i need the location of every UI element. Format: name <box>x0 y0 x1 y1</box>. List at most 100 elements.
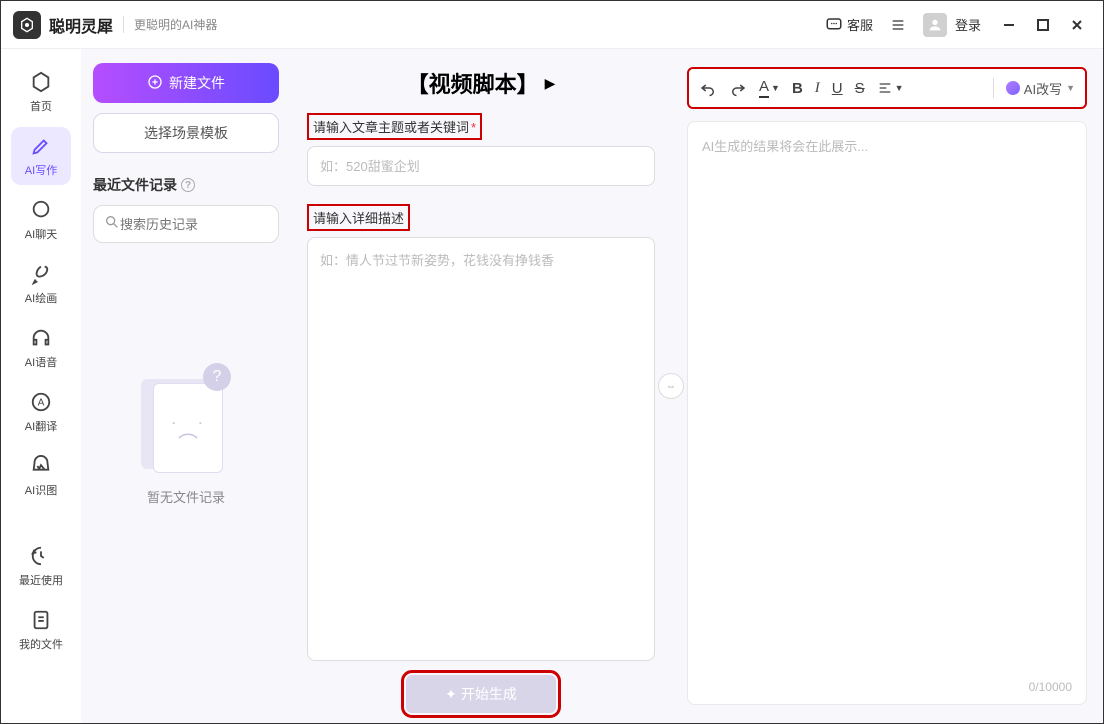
scene-template-label: 选择场景模板 <box>144 125 228 141</box>
bold-button[interactable]: B <box>792 80 803 97</box>
nav-label: 首页 <box>30 98 52 114</box>
character-counter: 0/10000 <box>1029 680 1072 694</box>
nav-label: AI聊天 <box>25 226 57 242</box>
search-icon <box>104 214 120 235</box>
help-icon[interactable]: ? <box>181 178 195 192</box>
headphones-icon <box>29 326 53 350</box>
brush-icon <box>29 262 53 286</box>
nav-ai-image[interactable]: AI识图 <box>11 447 71 505</box>
window-close-button[interactable] <box>1063 11 1091 39</box>
hamburger-icon <box>889 16 907 34</box>
redo-button[interactable] <box>729 79 747 97</box>
nav-ai-chat[interactable]: AI聊天 <box>11 191 71 249</box>
ai-rewrite-icon <box>1006 81 1020 95</box>
translate-icon: A <box>29 390 53 414</box>
nav-ai-paint[interactable]: AI绘画 <box>11 255 71 313</box>
italic-button[interactable]: I <box>815 80 820 97</box>
output-area[interactable]: AI生成的结果将会在此展示... 0/10000 <box>687 121 1087 705</box>
nav-label: AI语音 <box>25 354 57 370</box>
nav-ai-voice[interactable]: AI语音 <box>11 319 71 377</box>
scene-template-button[interactable]: 选择场景模板 <box>93 113 279 153</box>
ai-rewrite-button[interactable]: AI改写 ▼ <box>1006 79 1075 98</box>
search-box[interactable] <box>93 205 279 243</box>
logo-hex-icon <box>19 17 35 33</box>
maximize-icon <box>1037 19 1049 31</box>
generate-label: 开始生成 <box>461 684 517 704</box>
pen-icon <box>29 134 53 158</box>
chat-bubble-icon <box>825 16 843 34</box>
plus-icon <box>147 74 163 93</box>
generate-button[interactable]: ✦ 开始生成 <box>406 675 556 713</box>
window-minimize-button[interactable] <box>995 11 1023 39</box>
nav-label: 最近使用 <box>19 572 63 588</box>
nav-ai-translate[interactable]: A AI翻译 <box>11 383 71 441</box>
undo-icon <box>699 79 717 97</box>
home-icon <box>29 70 53 94</box>
topic-input[interactable] <box>307 146 655 186</box>
strikethrough-button[interactable]: S <box>855 80 865 97</box>
topic-label: 请输入文章主题或者关键词* <box>307 113 482 140</box>
empty-illustration: ˙︵˙ ? <box>141 363 231 473</box>
play-icon[interactable]: ▶ <box>545 75 556 92</box>
nav-label: AI翻译 <box>25 418 57 434</box>
login-label: 登录 <box>955 15 981 34</box>
desc-label: 请输入详细描述 <box>307 204 410 231</box>
nav-recent[interactable]: 最近使用 <box>11 537 71 595</box>
chevron-down-icon: ▼ <box>771 83 780 93</box>
output-placeholder: AI生成的结果将会在此展示... <box>702 139 868 154</box>
nav-label: AI写作 <box>25 162 57 178</box>
font-color-button[interactable]: A ▼ <box>759 78 780 98</box>
ai-rewrite-label: AI改写 <box>1024 79 1062 98</box>
editor-toolbar: A ▼ B I U S ▼ AI改写 ▼ <box>687 67 1087 109</box>
app-name: 聪明灵犀 <box>49 13 113 37</box>
nav-label: AI绘画 <box>25 290 57 306</box>
new-file-button[interactable]: 新建文件 <box>93 63 279 103</box>
customer-service-label: 客服 <box>847 15 873 34</box>
chevron-down-icon: ▼ <box>895 83 904 93</box>
chat-icon <box>29 198 53 222</box>
script-title: 【视频脚本】 <box>407 67 539 99</box>
empty-text: 暂无文件记录 <box>147 487 225 506</box>
align-button[interactable]: ▼ <box>877 80 904 96</box>
clock-icon <box>29 544 53 568</box>
redo-icon <box>729 79 747 97</box>
recent-files-label: 最近文件记录 <box>93 175 177 195</box>
login-button[interactable]: 登录 <box>915 9 989 41</box>
nav-my-files[interactable]: 我的文件 <box>11 601 71 659</box>
chevron-down-icon: ▼ <box>1066 83 1075 93</box>
customer-service-button[interactable]: 客服 <box>817 11 881 38</box>
empty-state: ˙︵˙ ? 暂无文件记录 <box>93 363 279 506</box>
app-subtitle: 更聪明的AI神器 <box>123 16 217 33</box>
nav-home[interactable]: 首页 <box>11 63 71 121</box>
minimize-icon <box>1002 18 1016 32</box>
sparkle-icon: ✦ <box>445 686 457 703</box>
resize-handle[interactable]: ⇔ <box>658 373 684 399</box>
output-panel: ⇔ A ▼ B I U S ▼ AI改写 ▼ AI生成的结果将会在此展示... … <box>671 49 1103 723</box>
titlebar: 聪明灵犀 更聪明的AI神器 客服 登录 <box>1 1 1103 49</box>
required-star: * <box>471 120 476 135</box>
svg-text:A: A <box>38 398 45 409</box>
new-file-label: 新建文件 <box>169 73 225 93</box>
menu-button[interactable] <box>881 12 915 38</box>
avatar-icon <box>923 13 947 37</box>
file-panel: 新建文件 选择场景模板 最近文件记录 ? ˙︵˙ ? 暂无文件记录 <box>81 49 291 723</box>
nav-ai-writing[interactable]: AI写作 <box>11 127 71 185</box>
script-title-row: 【视频脚本】 ▶ <box>307 67 655 99</box>
file-icon <box>29 608 53 632</box>
input-panel: 【视频脚本】 ▶ 请输入文章主题或者关键词* 请输入详细描述 ✦ 开始生成 <box>291 49 671 723</box>
search-input[interactable] <box>120 217 296 232</box>
font-color-icon: A <box>759 78 769 98</box>
recent-files-heading: 最近文件记录 ? <box>93 175 279 195</box>
nav-label: AI识图 <box>25 482 57 498</box>
divider <box>993 78 994 98</box>
undo-button[interactable] <box>699 79 717 97</box>
description-textarea[interactable] <box>307 237 655 661</box>
underline-button[interactable]: U <box>832 80 843 97</box>
app-logo <box>13 11 41 39</box>
nav-label: 我的文件 <box>19 636 63 652</box>
side-nav: 首页 AI写作 AI聊天 AI绘画 AI语音 A AI翻译 AI识图 <box>1 49 81 723</box>
window-maximize-button[interactable] <box>1029 11 1057 39</box>
image-icon <box>29 454 53 478</box>
close-icon <box>1070 18 1084 32</box>
align-icon <box>877 80 893 96</box>
